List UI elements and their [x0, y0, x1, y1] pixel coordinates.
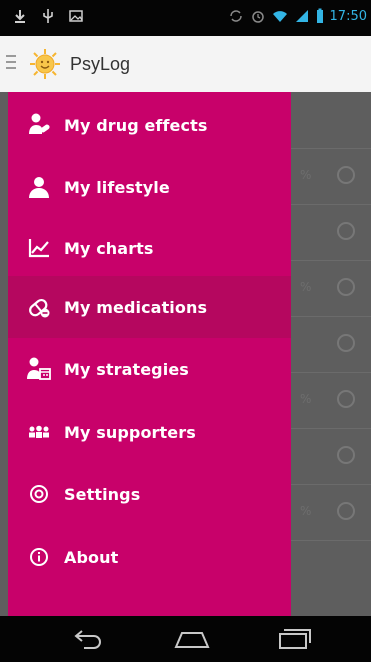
- list-item: [290, 428, 371, 485]
- app-title: PsyLog: [70, 54, 131, 74]
- drawer-item-settings[interactable]: Settings: [8, 463, 291, 525]
- action-bar: PsyLog: [0, 36, 371, 93]
- status-notifications: [12, 8, 84, 24]
- recent-apps-icon[interactable]: [274, 627, 314, 651]
- drawer-item-my-drug-effects[interactable]: My drug effects: [8, 94, 291, 156]
- status-time: 17:50: [329, 8, 367, 24]
- drawer-item-label: My drug effects: [64, 115, 208, 135]
- person-pill-icon: [26, 112, 52, 138]
- drawer-item-label: About: [64, 547, 119, 567]
- list-item: %: [290, 484, 371, 541]
- info-icon: [337, 334, 355, 352]
- pill-icon: [26, 294, 52, 320]
- drawer-item-my-lifestyle[interactable]: My lifestyle: [8, 156, 291, 218]
- list-item: %: [290, 148, 371, 205]
- drawer-item-label: My supporters: [64, 422, 196, 442]
- info-icon: [337, 502, 355, 520]
- drawer-item-about[interactable]: About: [8, 526, 291, 588]
- back-icon[interactable]: [70, 627, 110, 651]
- drawer-item-my-medications[interactable]: My medications: [8, 276, 291, 338]
- system-navigation-bar: [0, 616, 371, 662]
- status-indicators: 17:50: [228, 8, 367, 24]
- info-icon: [337, 278, 355, 296]
- drawer-item-my-charts[interactable]: My charts: [8, 217, 291, 279]
- info-icon: [337, 166, 355, 184]
- list-item: [290, 540, 371, 596]
- drawer-indicator-icon[interactable]: [6, 55, 16, 71]
- battery-icon: [316, 8, 323, 23]
- person-calendar-icon: [26, 356, 52, 382]
- people-icon: [26, 419, 52, 445]
- drawer-item-label: My medications: [64, 297, 208, 317]
- list-item: %: [290, 260, 371, 317]
- wifi-icon: [272, 11, 287, 22]
- drawer-item-label: My lifestyle: [64, 177, 170, 197]
- line-chart-icon: [26, 235, 52, 261]
- info-icon: [337, 446, 355, 464]
- drawer-item-my-supporters[interactable]: My supporters: [8, 401, 291, 463]
- status-bar: 17:50: [0, 0, 371, 36]
- info-icon: [337, 222, 355, 240]
- info-icon: [337, 390, 355, 408]
- list-item: [290, 92, 371, 149]
- usb-icon: [43, 9, 53, 23]
- alarm-icon: [251, 11, 264, 23]
- home-icon[interactable]: [172, 627, 212, 651]
- download-icon: [15, 10, 25, 23]
- app-logo-icon[interactable]: [28, 47, 62, 81]
- drawer-item-label: My strategies: [64, 359, 189, 379]
- drawer-item-label: My charts: [64, 238, 154, 258]
- list-item: [290, 316, 371, 373]
- sync-icon: [229, 10, 242, 22]
- gear-icon: [26, 481, 52, 507]
- info-icon: [26, 544, 52, 570]
- drawer-item-label: Settings: [64, 484, 141, 504]
- person-icon: [26, 174, 52, 200]
- image-notification-icon: [69, 10, 83, 22]
- list-item: %: [290, 372, 371, 429]
- list-item: [290, 204, 371, 261]
- drawer-item-my-strategies[interactable]: My strategies: [8, 338, 291, 400]
- signal-icon: [295, 10, 308, 22]
- navigation-drawer: My drug effects My lifestyle My charts M…: [8, 92, 291, 616]
